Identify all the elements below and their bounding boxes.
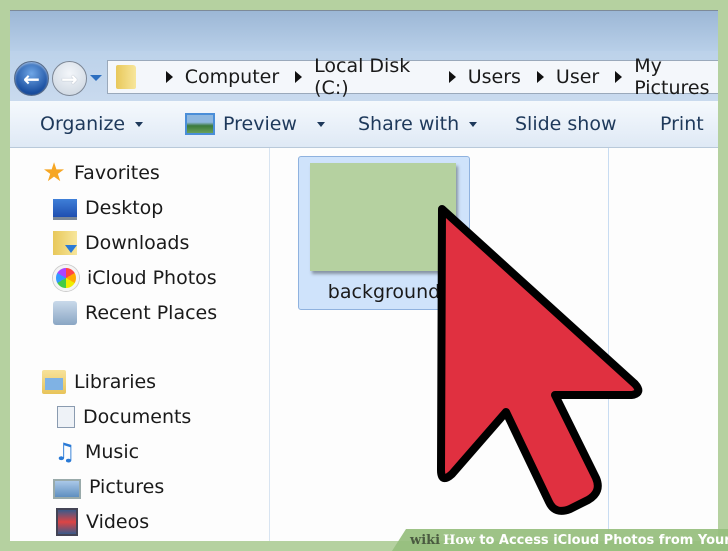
watermark-wiki: wiki [410, 532, 441, 548]
cursor-arrow-shape [437, 205, 643, 515]
cursor-pointer-icon [437, 205, 643, 515]
watermark-title: to Access iCloud Photos from Your PC [479, 532, 728, 548]
wikihow-watermark: wiki How to Access iCloud Photos from Yo… [392, 529, 728, 551]
watermark-how: How [443, 532, 476, 548]
